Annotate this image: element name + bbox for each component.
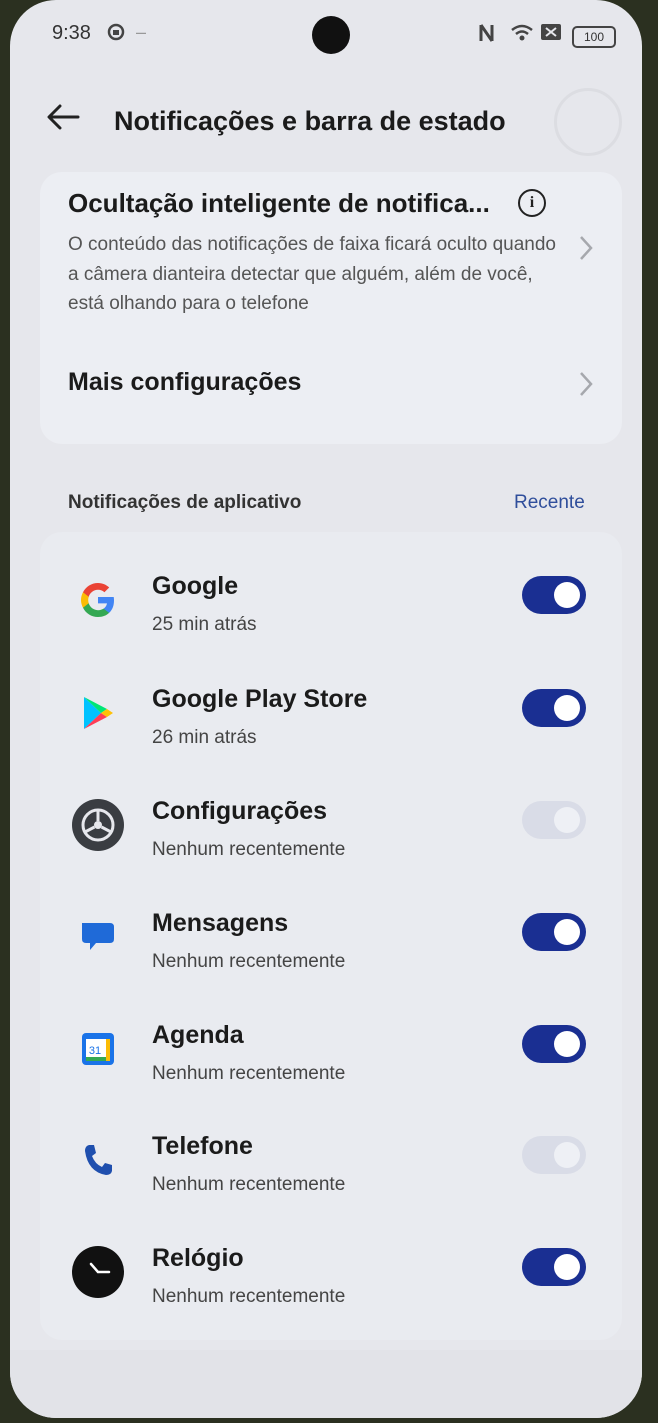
chevron-right-icon	[578, 370, 594, 404]
app-last-notification: Nenhum recentemente	[152, 1174, 346, 1195]
app-list-card: Google 25 min atrás Google Play Store 26…	[40, 532, 622, 1340]
app-name: Agenda	[152, 1021, 244, 1049]
notification-toggle	[522, 1136, 586, 1174]
battery-indicator: 100	[572, 26, 616, 48]
app-last-notification: 25 min atrás	[152, 614, 257, 635]
floating-circle-button[interactable]	[554, 88, 622, 156]
smart-hide-title: Ocultação inteligente de notifica...	[68, 188, 490, 218]
clock-icon	[68, 1242, 128, 1302]
vpn-icon	[106, 22, 126, 47]
app-name: Relógio	[152, 1244, 244, 1272]
notification-toggle	[522, 801, 586, 839]
toggle-knob	[554, 1142, 580, 1168]
app-row-phone[interactable]: Telefone Nenhum recentemente	[40, 1114, 622, 1224]
app-last-notification: Nenhum recentemente	[152, 1063, 346, 1084]
back-arrow-icon[interactable]	[46, 102, 80, 136]
app-last-notification: Nenhum recentemente	[152, 1286, 346, 1307]
nfc-icon	[478, 22, 498, 49]
app-name: Telefone	[152, 1132, 253, 1160]
toggle-knob	[554, 1254, 580, 1280]
settings-card: Ocultação inteligente de notifica... i O…	[40, 172, 622, 444]
info-icon[interactable]: i	[518, 189, 546, 217]
status-time: 9:38	[52, 22, 91, 44]
navigation-bar	[10, 1350, 642, 1418]
toggle-knob	[554, 695, 580, 721]
front-camera	[312, 16, 350, 54]
chevron-right-icon	[578, 234, 594, 268]
more-settings-label: Mais configurações	[68, 368, 302, 396]
smart-hide-description: O conteúdo das notificações de faixa fic…	[68, 234, 556, 314]
app-row-settings[interactable]: Configurações Nenhum recentemente	[40, 779, 622, 889]
notification-toggle[interactable]	[522, 913, 586, 951]
dash-icon: –	[136, 22, 147, 42]
svg-text:31: 31	[89, 1045, 101, 1057]
sort-recent-link[interactable]: Recente	[514, 492, 585, 514]
section-heading: Notificações de aplicativo	[68, 492, 302, 513]
wifi-icon	[510, 24, 534, 47]
status-bar: 9:38 – 100	[10, 0, 642, 70]
app-last-notification: 26 min atrás	[152, 727, 257, 748]
toggle-knob	[554, 919, 580, 945]
app-row-messages[interactable]: Mensagens Nenhum recentemente	[40, 891, 622, 1001]
app-row-calendar[interactable]: 31 Agenda Nenhum recentemente	[40, 1003, 622, 1113]
notification-toggle[interactable]	[522, 1248, 586, 1286]
app-name: Mensagens	[152, 909, 289, 937]
notification-toggle[interactable]	[522, 1025, 586, 1063]
settings-gear-icon	[68, 795, 128, 855]
phone-icon	[68, 1130, 128, 1190]
messages-icon	[68, 907, 128, 967]
toggle-knob	[554, 807, 580, 833]
app-row-clock[interactable]: Relógio Nenhum recentemente	[40, 1226, 622, 1336]
toggle-knob	[554, 1031, 580, 1057]
app-last-notification: Nenhum recentemente	[152, 839, 346, 860]
app-name: Google Play Store	[152, 685, 368, 713]
app-header: Notificações e barra de estado	[10, 80, 642, 166]
app-row-play-store[interactable]: Google Play Store 26 min atrás	[40, 667, 622, 777]
toggle-knob	[554, 582, 580, 608]
google-icon	[68, 570, 128, 630]
page-title: Notificações e barra de estado	[114, 106, 506, 136]
notification-toggle[interactable]	[522, 576, 586, 614]
sim-icon	[540, 22, 562, 47]
app-last-notification: Nenhum recentemente	[152, 951, 346, 972]
play-store-icon	[68, 683, 128, 743]
app-row-google[interactable]: Google 25 min atrás	[40, 554, 622, 664]
calendar-icon: 31	[68, 1019, 128, 1079]
notification-toggle[interactable]	[522, 689, 586, 727]
phone-screen: 9:38 – 100 Notificações e barra de estad…	[10, 0, 642, 1418]
app-name: Google	[152, 572, 239, 600]
app-name: Configurações	[152, 797, 328, 825]
